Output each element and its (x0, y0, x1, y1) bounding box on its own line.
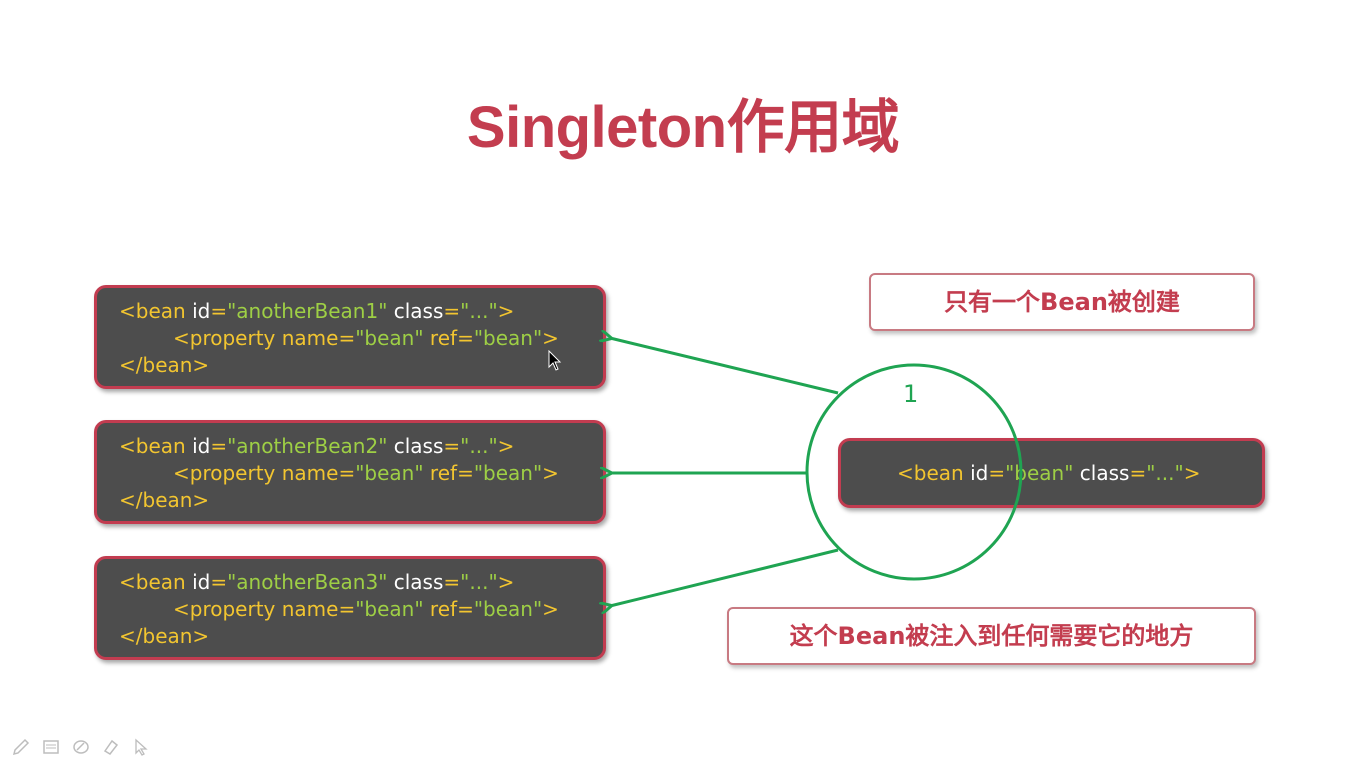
code-token: class (393, 570, 444, 594)
code-token: = (457, 461, 474, 485)
code-token: "..." (460, 570, 498, 594)
code-token: > (542, 326, 559, 350)
slide: Singleton作用域 <bean id="anotherBean1" cla… (0, 0, 1366, 768)
code-token: class (393, 299, 444, 323)
code-token: = (457, 326, 474, 350)
highlighter-icon[interactable] (100, 736, 122, 758)
code-token: class (1079, 461, 1130, 485)
code-token: "anotherBean2" (227, 434, 388, 458)
code-token: <bean (119, 299, 186, 323)
code-token: "bean" (473, 326, 543, 350)
code-line: </bean> (119, 353, 210, 377)
code-token: id (192, 299, 211, 323)
code-token: = (443, 570, 461, 594)
consumer-bean-box-1: <bean id="anotherBean1" class="..."> <pr… (94, 285, 606, 389)
code-token: > (497, 299, 515, 323)
code-token: <bean (119, 570, 186, 594)
code-line: </bean> (119, 488, 210, 512)
code-token: <property (173, 461, 276, 485)
code-token: = (210, 434, 228, 458)
mouse-cursor-icon (548, 350, 562, 371)
code-token: "bean" (1005, 461, 1074, 485)
callout-single-instance: 只有一个Bean被创建 (869, 273, 1255, 331)
arrow-to-bean-1 (610, 338, 839, 395)
code-token: name (281, 326, 339, 350)
code-token: class (393, 434, 444, 458)
code-token: "bean" (355, 326, 424, 350)
arrow-to-bean-3 (610, 548, 839, 606)
eraser-icon[interactable] (70, 736, 92, 758)
singleton-bean-box: <bean id="bean" class="..."> (838, 438, 1265, 508)
code-token: "..." (1146, 461, 1184, 485)
code-token: = (338, 461, 356, 485)
code-token: ref (429, 461, 458, 485)
code-line: </bean> (119, 624, 210, 648)
code-token: "bean" (355, 461, 424, 485)
code-token: = (210, 299, 228, 323)
consumer-bean-box-2: <bean id="anotherBean2" class="..."> <pr… (94, 420, 606, 524)
code-token: "bean" (355, 597, 424, 621)
code-token: "..." (460, 299, 498, 323)
code-token: <property (173, 597, 276, 621)
code-token: <bean (897, 461, 964, 485)
callout-injected-everywhere: 这个Bean被注入到任何需要它的地方 (727, 607, 1256, 665)
code-line: <bean id="bean" class="..."> (897, 460, 1200, 486)
presentation-toolbar (10, 735, 152, 759)
code-token: "anotherBean1" (227, 299, 388, 323)
instance-count-label: 1 (903, 380, 919, 408)
code-token: > (497, 434, 515, 458)
pointer-icon[interactable] (130, 736, 152, 758)
code-token: "bean" (473, 461, 543, 485)
code-token: = (210, 570, 228, 594)
code-token: name (281, 461, 339, 485)
code-token: <property (173, 326, 276, 350)
slide-title: Singleton作用域 (466, 95, 900, 160)
code-line: <property name="bean" ref="bean"> (173, 596, 559, 622)
board-icon[interactable] (40, 736, 62, 758)
code-token: > (542, 461, 559, 485)
code-line: <bean id="anotherBean2" class="..."> (119, 433, 514, 459)
code-token: = (443, 434, 461, 458)
code-token: id (192, 434, 211, 458)
code-token: id (192, 570, 211, 594)
code-token: = (338, 597, 356, 621)
code-token: = (988, 461, 1006, 485)
code-token: <bean (119, 434, 186, 458)
pen-icon[interactable] (10, 736, 32, 758)
code-token: "..." (460, 434, 498, 458)
code-token: ref (429, 326, 458, 350)
code-token: = (443, 299, 461, 323)
code-token: = (1129, 461, 1147, 485)
code-line: <property name="bean" ref="bean"> (173, 325, 559, 351)
code-token: > (1183, 461, 1201, 485)
code-line: <property name="bean" ref="bean"> (173, 460, 559, 486)
code-token: id (970, 461, 989, 485)
code-token: "bean" (473, 597, 543, 621)
code-line: <bean id="anotherBean3" class="..."> (119, 569, 514, 595)
code-token: name (281, 597, 339, 621)
consumer-bean-box-3: <bean id="anotherBean3" class="..."> <pr… (94, 556, 606, 660)
code-token: ref (429, 597, 458, 621)
code-line: <bean id="anotherBean1" class="..."> (119, 298, 514, 324)
code-token: > (497, 570, 515, 594)
code-token: > (542, 597, 559, 621)
code-token: "anotherBean3" (227, 570, 388, 594)
code-token: = (338, 326, 356, 350)
code-token: = (457, 597, 474, 621)
